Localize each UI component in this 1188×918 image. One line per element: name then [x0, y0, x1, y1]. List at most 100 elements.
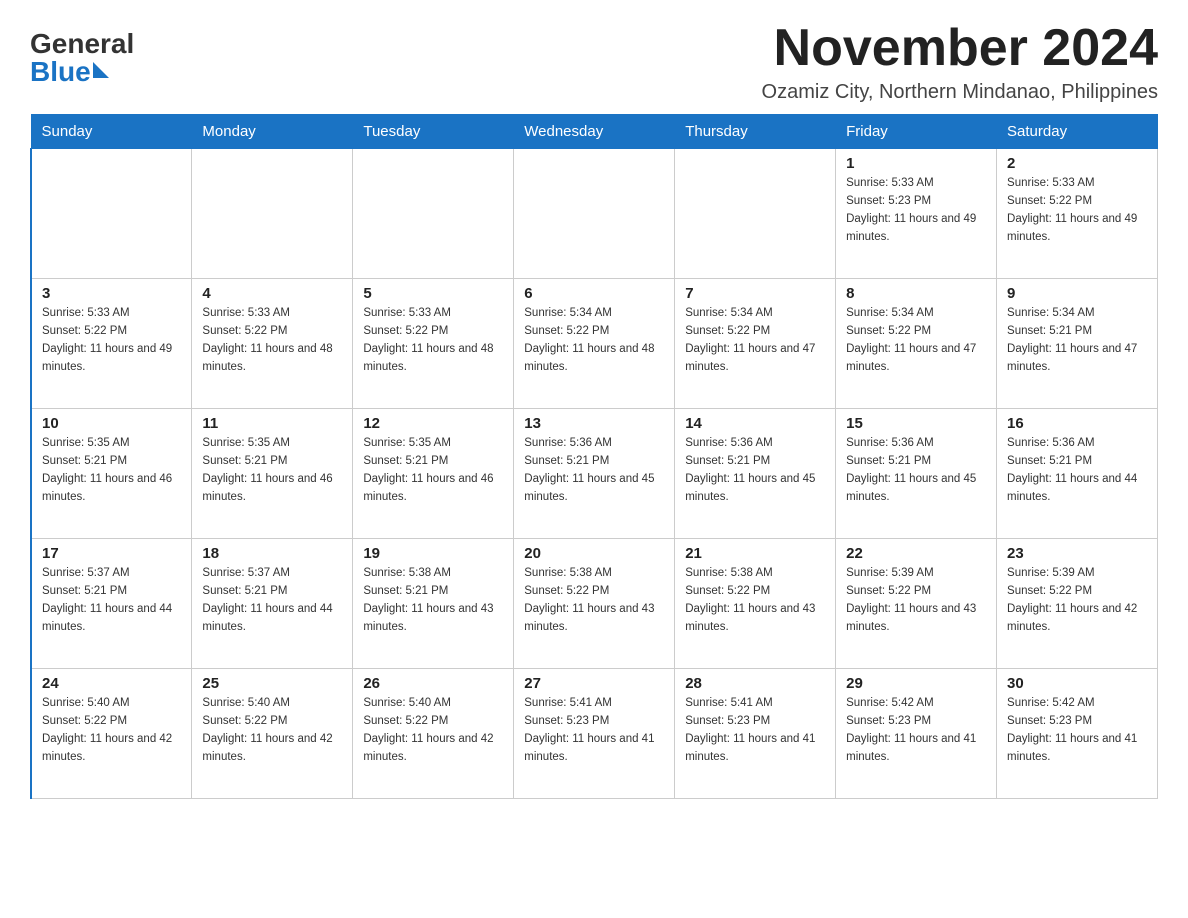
weekday-header-tuesday: Tuesday: [353, 115, 514, 149]
title-section: November 2024 Ozamiz City, Northern Mind…: [762, 20, 1158, 104]
calendar-day-cell: 4 Sunrise: 5:33 AMSunset: 5:22 PMDaylight…: [192, 279, 353, 409]
day-number: 16: [1007, 415, 1147, 432]
calendar-day-cell: 5 Sunrise: 5:33 AMSunset: 5:22 PMDaylight…: [353, 279, 514, 409]
day-number: 12: [363, 415, 503, 432]
weekday-header-sunday: Sunday: [31, 115, 192, 149]
day-number: 30: [1007, 675, 1147, 692]
calendar-day-cell: 24 Sunrise: 5:40 AMSunset: 5:22 PMDayligh…: [31, 669, 192, 799]
day-info: Sunrise: 5:35 AMSunset: 5:21 PMDaylight:…: [202, 435, 342, 506]
calendar-day-cell: 1 Sunrise: 5:33 AMSunset: 5:23 PMDaylight…: [836, 149, 997, 279]
calendar-week-row: 1 Sunrise: 5:33 AMSunset: 5:23 PMDaylight…: [31, 149, 1158, 279]
calendar-day-cell: [514, 149, 675, 279]
day-info: Sunrise: 5:36 AMSunset: 5:21 PMDaylight:…: [846, 435, 986, 506]
day-number: 2: [1007, 155, 1147, 172]
day-number: 7: [685, 285, 825, 302]
calendar-header-row: SundayMondayTuesdayWednesdayThursdayFrid…: [31, 115, 1158, 149]
logo-general-text: General: [30, 30, 134, 58]
calendar-day-cell: [31, 149, 192, 279]
day-number: 5: [363, 285, 503, 302]
logo-triangle-icon: [93, 62, 109, 78]
day-number: 10: [42, 415, 181, 432]
day-number: 28: [685, 675, 825, 692]
calendar-day-cell: 27 Sunrise: 5:41 AMSunset: 5:23 PMDayligh…: [514, 669, 675, 799]
calendar-day-cell: 28 Sunrise: 5:41 AMSunset: 5:23 PMDayligh…: [675, 669, 836, 799]
day-number: 20: [524, 545, 664, 562]
day-number: 24: [42, 675, 181, 692]
day-info: Sunrise: 5:33 AMSunset: 5:22 PMDaylight:…: [363, 305, 503, 376]
calendar-day-cell: 16 Sunrise: 5:36 AMSunset: 5:21 PMDayligh…: [997, 409, 1158, 539]
weekday-header-thursday: Thursday: [675, 115, 836, 149]
day-info: Sunrise: 5:42 AMSunset: 5:23 PMDaylight:…: [1007, 695, 1147, 766]
calendar-day-cell: 30 Sunrise: 5:42 AMSunset: 5:23 PMDayligh…: [997, 669, 1158, 799]
day-info: Sunrise: 5:36 AMSunset: 5:21 PMDaylight:…: [685, 435, 825, 506]
day-info: Sunrise: 5:40 AMSunset: 5:22 PMDaylight:…: [42, 695, 181, 766]
calendar-day-cell: 20 Sunrise: 5:38 AMSunset: 5:22 PMDayligh…: [514, 539, 675, 669]
calendar-week-row: 10 Sunrise: 5:35 AMSunset: 5:21 PMDayligh…: [31, 409, 1158, 539]
calendar-day-cell: 9 Sunrise: 5:34 AMSunset: 5:21 PMDaylight…: [997, 279, 1158, 409]
day-number: 13: [524, 415, 664, 432]
month-title: November 2024: [762, 20, 1158, 77]
calendar-day-cell: 15 Sunrise: 5:36 AMSunset: 5:21 PMDayligh…: [836, 409, 997, 539]
day-info: Sunrise: 5:36 AMSunset: 5:21 PMDaylight:…: [524, 435, 664, 506]
calendar-table: SundayMondayTuesdayWednesdayThursdayFrid…: [30, 114, 1158, 799]
day-number: 11: [202, 415, 342, 432]
day-number: 19: [363, 545, 503, 562]
logo: General Blue: [30, 30, 134, 86]
day-info: Sunrise: 5:35 AMSunset: 5:21 PMDaylight:…: [363, 435, 503, 506]
day-info: Sunrise: 5:35 AMSunset: 5:21 PMDaylight:…: [42, 435, 181, 506]
calendar-day-cell: 22Sunrise: 5:39 AMSunset: 5:22 PMDayligh…: [836, 539, 997, 669]
day-number: 29: [846, 675, 986, 692]
day-number: 8: [846, 285, 986, 302]
calendar-day-cell: 14Sunrise: 5:36 AMSunset: 5:21 PMDayligh…: [675, 409, 836, 539]
logo-blue-text: Blue: [30, 58, 91, 86]
day-info: Sunrise: 5:33 AMSunset: 5:22 PMDaylight:…: [42, 305, 181, 376]
day-number: 1: [846, 155, 986, 172]
calendar-day-cell: [675, 149, 836, 279]
calendar-day-cell: 23 Sunrise: 5:39 AMSunset: 5:22 PMDayligh…: [997, 539, 1158, 669]
day-info: Sunrise: 5:33 AMSunset: 5:22 PMDaylight:…: [202, 305, 342, 376]
calendar-day-cell: 13 Sunrise: 5:36 AMSunset: 5:21 PMDayligh…: [514, 409, 675, 539]
weekday-header-monday: Monday: [192, 115, 353, 149]
calendar-day-cell: 21 Sunrise: 5:38 AMSunset: 5:22 PMDayligh…: [675, 539, 836, 669]
calendar-day-cell: 8 Sunrise: 5:34 AMSunset: 5:22 PMDaylight…: [836, 279, 997, 409]
day-info: Sunrise: 5:33 AMSunset: 5:22 PMDaylight:…: [1007, 175, 1147, 246]
day-info: Sunrise: 5:39 AMSunset: 5:22 PMDaylight:…: [846, 565, 986, 636]
day-info: Sunrise: 5:34 AMSunset: 5:21 PMDaylight:…: [1007, 305, 1147, 376]
calendar-day-cell: 7Sunrise: 5:34 AMSunset: 5:22 PMDaylight…: [675, 279, 836, 409]
day-info: Sunrise: 5:33 AMSunset: 5:23 PMDaylight:…: [846, 175, 986, 246]
day-number: 21: [685, 545, 825, 562]
day-number: 27: [524, 675, 664, 692]
day-info: Sunrise: 5:34 AMSunset: 5:22 PMDaylight:…: [524, 305, 664, 376]
day-number: 4: [202, 285, 342, 302]
day-info: Sunrise: 5:38 AMSunset: 5:22 PMDaylight:…: [685, 565, 825, 636]
calendar-week-row: 24 Sunrise: 5:40 AMSunset: 5:22 PMDayligh…: [31, 669, 1158, 799]
day-number: 25: [202, 675, 342, 692]
calendar-week-row: 17Sunrise: 5:37 AMSunset: 5:21 PMDayligh…: [31, 539, 1158, 669]
day-info: Sunrise: 5:36 AMSunset: 5:21 PMDaylight:…: [1007, 435, 1147, 506]
day-info: Sunrise: 5:34 AMSunset: 5:22 PMDaylight:…: [846, 305, 986, 376]
calendar-day-cell: [192, 149, 353, 279]
calendar-day-cell: 29 Sunrise: 5:42 AMSunset: 5:23 PMDayligh…: [836, 669, 997, 799]
day-info: Sunrise: 5:39 AMSunset: 5:22 PMDaylight:…: [1007, 565, 1147, 636]
day-number: 9: [1007, 285, 1147, 302]
calendar-day-cell: 25 Sunrise: 5:40 AMSunset: 5:22 PMDayligh…: [192, 669, 353, 799]
day-info: Sunrise: 5:38 AMSunset: 5:22 PMDaylight:…: [524, 565, 664, 636]
calendar-day-cell: [353, 149, 514, 279]
calendar-day-cell: 2 Sunrise: 5:33 AMSunset: 5:22 PMDaylight…: [997, 149, 1158, 279]
day-number: 3: [42, 285, 181, 302]
weekday-header-saturday: Saturday: [997, 115, 1158, 149]
day-info: Sunrise: 5:40 AMSunset: 5:22 PMDaylight:…: [202, 695, 342, 766]
calendar-day-cell: 10 Sunrise: 5:35 AMSunset: 5:21 PMDayligh…: [31, 409, 192, 539]
day-info: Sunrise: 5:41 AMSunset: 5:23 PMDaylight:…: [524, 695, 664, 766]
day-number: 15: [846, 415, 986, 432]
day-number: 26: [363, 675, 503, 692]
day-number: 23: [1007, 545, 1147, 562]
day-info: Sunrise: 5:42 AMSunset: 5:23 PMDaylight:…: [846, 695, 986, 766]
day-info: Sunrise: 5:37 AMSunset: 5:21 PMDaylight:…: [202, 565, 342, 636]
page-header: General Blue November 2024 Ozamiz City, …: [30, 20, 1158, 104]
calendar-week-row: 3 Sunrise: 5:33 AMSunset: 5:22 PMDaylight…: [31, 279, 1158, 409]
day-info: Sunrise: 5:41 AMSunset: 5:23 PMDaylight:…: [685, 695, 825, 766]
calendar-day-cell: 11 Sunrise: 5:35 AMSunset: 5:21 PMDayligh…: [192, 409, 353, 539]
calendar-day-cell: 18Sunrise: 5:37 AMSunset: 5:21 PMDayligh…: [192, 539, 353, 669]
weekday-header-wednesday: Wednesday: [514, 115, 675, 149]
